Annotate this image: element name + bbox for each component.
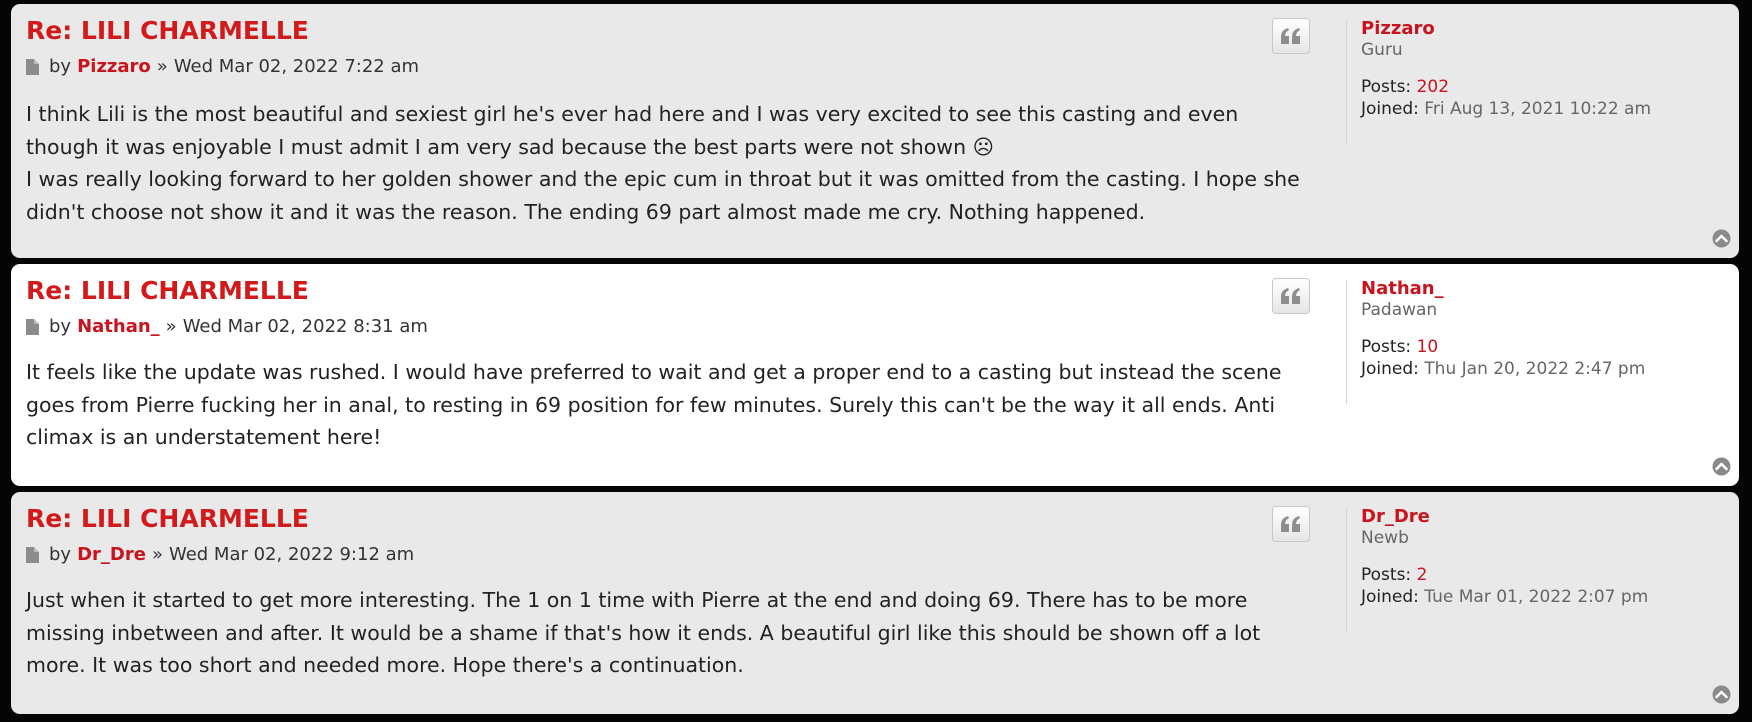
profile-joined: Joined: Tue Mar 01, 2022 2:07 pm [1361,586,1731,608]
joined-label: Joined: [1361,359,1419,379]
post-paragraph: I was really looking forward to her gold… [26,167,1300,224]
meta-by-label: by [49,316,72,337]
document-icon[interactable] [26,318,39,335]
quote-icon [1281,516,1300,532]
profile-rank: Padawan [1361,300,1438,320]
joined-date: Thu Jan 20, 2022 2:47 pm [1424,359,1646,379]
post-author-link[interactable]: Pizzaro [77,56,151,77]
posts-count-link[interactable]: 2 [1417,565,1428,585]
meta-separator: » [151,544,163,565]
meta-separator: » [165,316,177,337]
meta-by-label: by [49,544,72,565]
meta-separator: » [156,56,168,77]
profile-joined: Joined: Thu Jan 20, 2022 2:47 pm [1361,358,1731,380]
quote-icon [1281,28,1300,44]
joined-label: Joined: [1361,99,1419,119]
post-meta: by Nathan_ » Wed Mar 02, 2022 8:31 am [26,316,428,337]
profile-joined: Joined: Fri Aug 13, 2021 10:22 am [1361,98,1731,120]
profile-divider [1346,280,1347,404]
posts-count-link[interactable]: 202 [1417,77,1449,97]
profile-rank: Newb [1361,528,1409,548]
profile-posts: Posts: 202 [1361,76,1731,98]
quote-button[interactable] [1272,18,1310,54]
post-profile: Dr_Dre Newb Posts: 2 Joined: Tue Mar 01,… [1361,506,1731,608]
post-author-link[interactable]: Nathan_ [77,316,160,337]
profile-rank: Guru [1361,40,1403,60]
post-title-link[interactable]: Re: LILI CHARMELLE [26,504,309,533]
post-date: Wed Mar 02, 2022 8:31 am [182,316,428,337]
document-icon[interactable] [26,546,39,563]
profile-username-link[interactable]: Dr_Dre [1361,506,1731,527]
quote-button[interactable] [1272,278,1310,314]
post-title-link[interactable]: Re: LILI CHARMELLE [26,276,309,305]
meta-by-label: by [49,56,72,77]
post-content: It feels like the update was rushed. I w… [26,356,1316,454]
post-content: Just when it started to get more interes… [26,584,1316,682]
posts-label: Posts: [1361,337,1412,357]
post-profile: Nathan_ Padawan Posts: 10 Joined: Thu Ja… [1361,278,1731,380]
post-date: Wed Mar 02, 2022 7:22 am [173,56,420,77]
back-to-top-icon[interactable] [1712,229,1731,248]
post-meta: by Pizzaro » Wed Mar 02, 2022 7:22 am [26,56,419,77]
joined-label: Joined: [1361,587,1419,607]
posts-label: Posts: [1361,77,1412,97]
posts-count-link[interactable]: 10 [1417,337,1439,357]
post-date: Wed Mar 02, 2022 9:12 am [168,544,415,565]
post-title-link[interactable]: Re: LILI CHARMELLE [26,16,309,45]
post: Re: LILI CHARMELLE by Dr_Dre » Wed Mar 0… [11,492,1739,714]
joined-date: Tue Mar 01, 2022 2:07 pm [1424,587,1649,607]
post-content: I think Lili is the most beautiful and s… [26,98,1316,228]
quote-icon [1281,288,1300,304]
back-to-top-icon[interactable] [1712,457,1731,476]
posts-label: Posts: [1361,565,1412,585]
profile-username-link[interactable]: Nathan_ [1361,278,1731,299]
profile-posts: Posts: 2 [1361,564,1731,586]
quote-button[interactable] [1272,506,1310,542]
post-profile: Pizzaro Guru Posts: 202 Joined: Fri Aug … [1361,18,1731,120]
post-paragraph: It feels like the update was rushed. I w… [26,360,1282,449]
back-to-top-icon[interactable] [1712,685,1731,704]
post-meta: by Dr_Dre » Wed Mar 02, 2022 9:12 am [26,544,414,565]
post-author-link[interactable]: Dr_Dre [77,544,146,565]
profile-username-link[interactable]: Pizzaro [1361,18,1731,39]
profile-posts: Posts: 10 [1361,336,1731,358]
profile-divider [1346,20,1347,144]
post: Re: LILI CHARMELLE by Pizzaro » Wed Mar … [11,4,1739,258]
document-icon[interactable] [26,58,39,75]
topic-posts: Re: LILI CHARMELLE by Pizzaro » Wed Mar … [0,0,1752,722]
profile-divider [1346,508,1347,632]
post: Re: LILI CHARMELLE by Nathan_ » Wed Mar … [11,264,1739,486]
post-paragraph: Just when it started to get more interes… [26,588,1261,677]
joined-date: Fri Aug 13, 2021 10:22 am [1424,99,1652,119]
post-paragraph: I think Lili is the most beautiful and s… [26,102,1239,159]
